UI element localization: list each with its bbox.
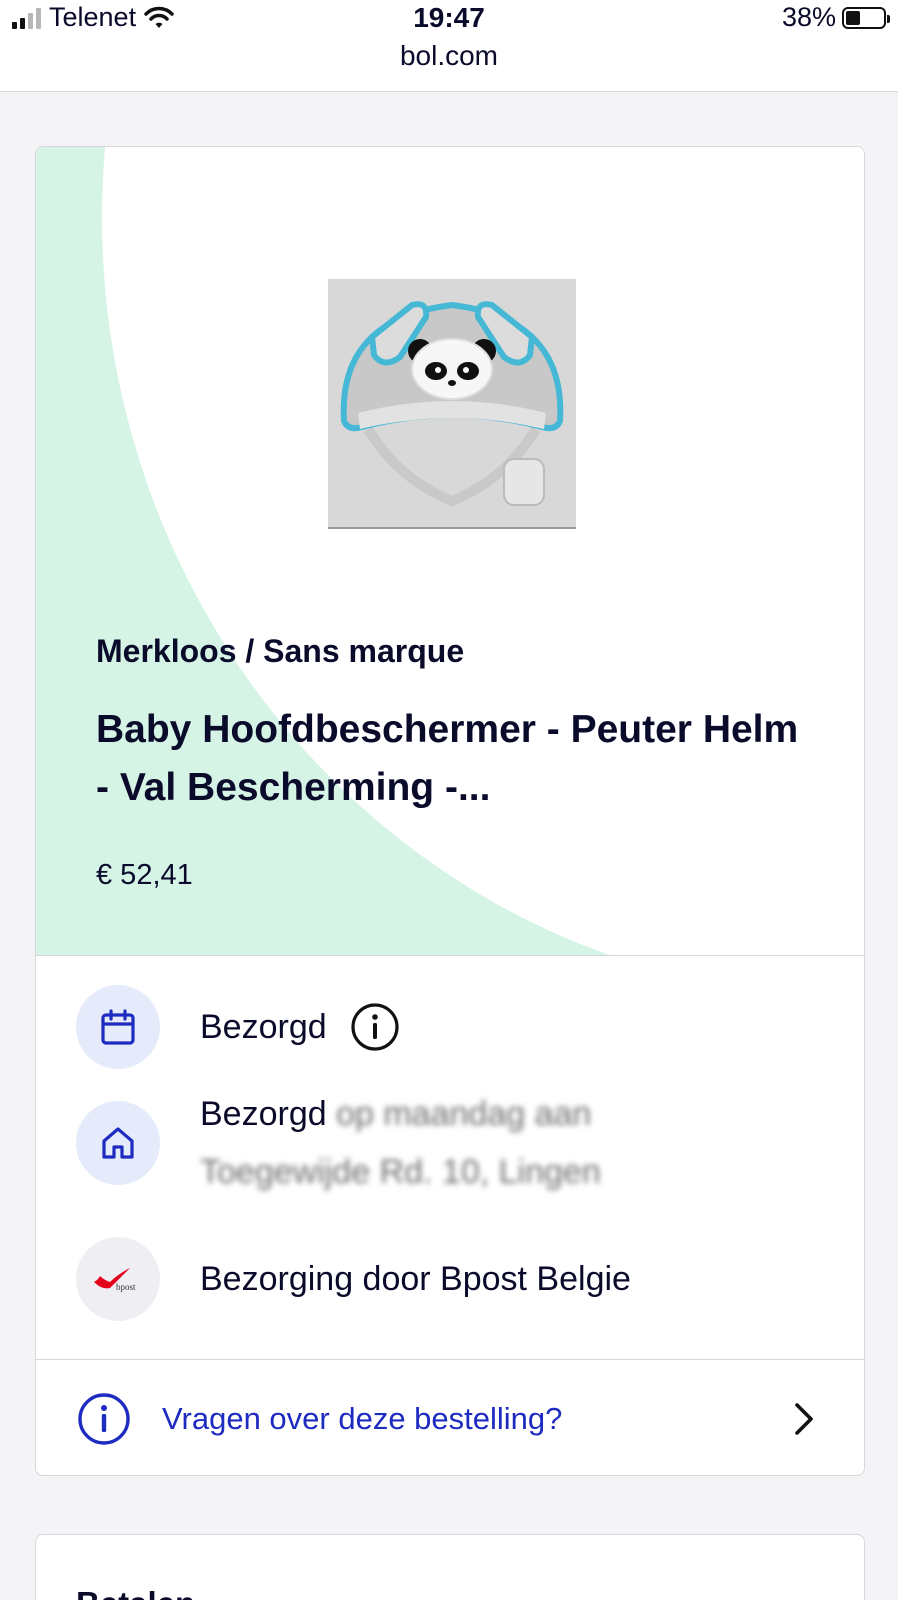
delivery-carrier-row: bpost Bezorging door Bpost Belgie [76,1237,631,1321]
panda-helmet-image [340,301,564,507]
bpost-logo-icon: bpost [94,1268,136,1292]
payment-card-title: Betalen [76,1585,195,1600]
bpost-logo-circle: bpost [76,1237,160,1321]
divider [36,1359,864,1360]
battery-percentage: 38% [781,2,836,32]
product-title[interactable]: Baby Hoofdbeschermer - Peuter Helm - Val… [96,701,816,817]
info-icon[interactable] [349,1001,401,1053]
product-image[interactable] [328,279,576,529]
delivery-address-blurred-line: Toegewijde Rd. 10, Lingen [200,1153,601,1191]
clock: 19:47 [413,2,485,33]
product-brand[interactable]: Merkloos / Sans marque [96,633,464,670]
address-bar[interactable]: bol.com [0,40,898,72]
product-hero[interactable]: Merkloos / Sans marque Baby Hoofdbescher… [36,147,864,955]
product-price: € 52,41 [96,859,193,891]
calendar-icon-circle [76,985,160,1069]
delivery-address-row: Bezorgd op maandag aan Toegewijde Rd. 10… [76,1085,601,1201]
svg-text:bpost: bpost [116,1282,136,1292]
battery-icon [842,6,890,29]
order-questions-label[interactable]: Vragen over deze bestelling? [162,1401,562,1437]
order-item-card: Merkloos / Sans marque Baby Hoofdbescher… [35,146,865,1476]
info-icon [78,1393,130,1445]
payment-card: Betalen [35,1534,865,1600]
calendar-icon [101,1009,135,1045]
divider [36,955,864,956]
hero-decoration [102,147,864,955]
home-icon [102,1127,134,1159]
browser-status-bar: Telenet 19:47 bol.com 38% [0,0,898,92]
chevron-right-icon[interactable] [792,1401,816,1437]
delivery-address-prefix: Bezorgd [200,1095,327,1133]
delivery-status-text: Bezorgd [200,1008,327,1046]
carrier-text: Bezorging door Bpost Belgie [200,1260,631,1298]
order-questions-link[interactable]: Vragen over deze bestelling? [76,1371,816,1467]
delivery-status-row: Bezorgd [76,985,401,1069]
battery-group: 38% [781,2,890,33]
home-icon-circle [76,1101,160,1185]
delivery-address-blurred: op maandag aan [336,1095,592,1133]
